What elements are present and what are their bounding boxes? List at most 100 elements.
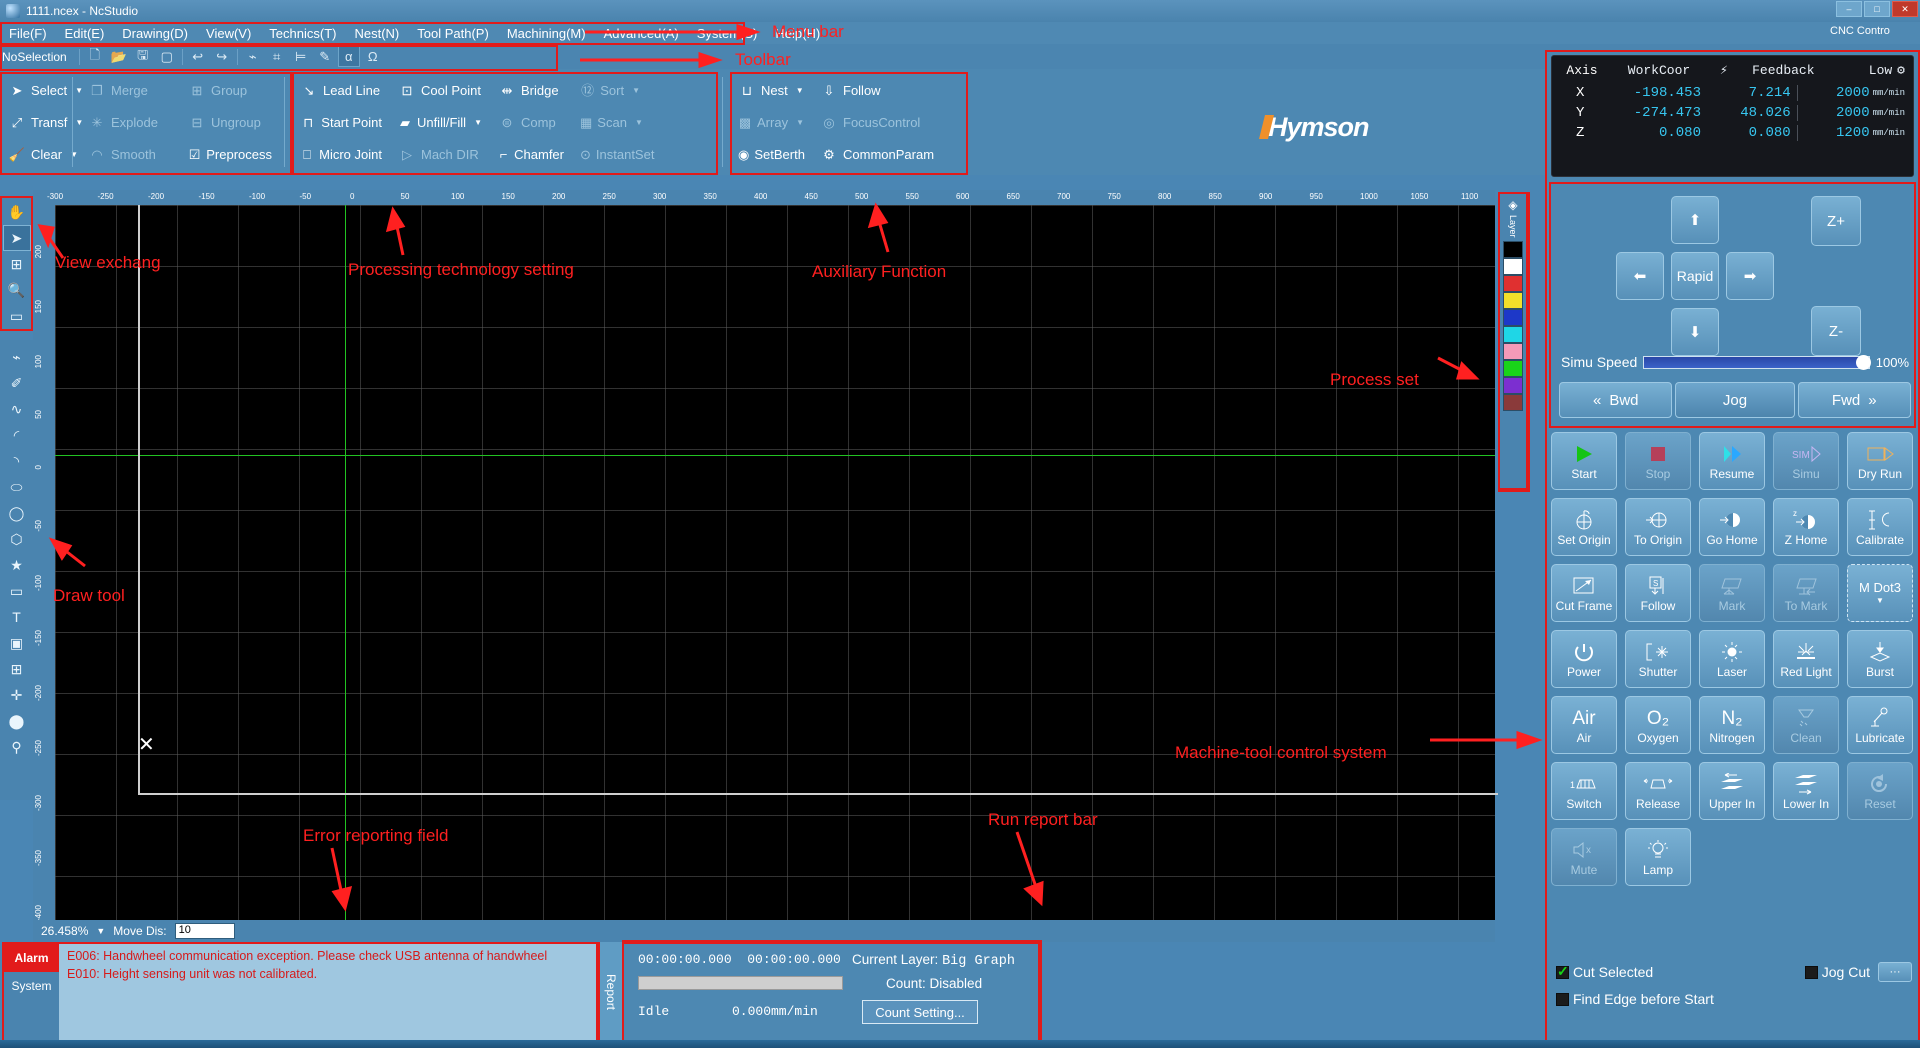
arc-icon[interactable]: ◜ bbox=[3, 422, 31, 448]
jog-mode-button[interactable]: Jog bbox=[1675, 382, 1795, 418]
ribbon-button-follow[interactable]: ⇩ Follow bbox=[812, 75, 962, 105]
layer-color-swatch[interactable] bbox=[1503, 376, 1523, 394]
chevron-down-icon[interactable]: ▼ bbox=[1876, 596, 1884, 605]
ribbon-button-bridge[interactable]: ⇹ Bridge bbox=[490, 75, 572, 105]
menu-item-machiningm[interactable]: Machining(M) bbox=[498, 24, 595, 43]
menu-item-advanceda[interactable]: Advanced(A) bbox=[595, 24, 688, 43]
chevron-down-icon[interactable]: ▼ bbox=[474, 118, 482, 127]
circle-icon[interactable]: ◯ bbox=[3, 500, 31, 526]
curve-icon[interactable]: ◝ bbox=[3, 448, 31, 474]
layers-icon[interactable]: ◈ bbox=[1503, 196, 1523, 214]
ribbon-button-cool-point[interactable]: ⊡ Cool Point bbox=[390, 75, 490, 105]
control-button-red-light[interactable]: Red Light bbox=[1773, 630, 1839, 688]
bwd-button[interactable]: « Bwd bbox=[1559, 382, 1673, 418]
arrow-cursor-icon[interactable]: ➤ bbox=[2, 225, 31, 251]
zoom-fit-icon[interactable]: ⊞ bbox=[3, 251, 31, 277]
ribbon-button-setberth[interactable]: ◉ SetBerth bbox=[730, 139, 812, 169]
layer-color-swatch[interactable] bbox=[1503, 393, 1523, 411]
control-button-lamp[interactable]: Lamp bbox=[1625, 828, 1691, 886]
control-button-start[interactable]: Start bbox=[1551, 432, 1617, 490]
menu-item-technicst[interactable]: Technics(T) bbox=[260, 24, 345, 43]
layer-color-swatch[interactable] bbox=[1503, 325, 1523, 343]
layer-color-swatch[interactable] bbox=[1503, 291, 1523, 309]
save-file-icon[interactable]: 🖫 bbox=[132, 46, 154, 67]
new-file-icon[interactable]: 🗋 bbox=[84, 46, 106, 67]
chevron-down-icon[interactable]: ▼ bbox=[796, 118, 804, 127]
control-button-go-home[interactable]: Go Home bbox=[1699, 498, 1765, 556]
jog-cut-checkbox[interactable] bbox=[1804, 965, 1818, 979]
image-icon[interactable]: ▣ bbox=[3, 630, 31, 656]
layer-color-swatch[interactable] bbox=[1503, 240, 1523, 258]
menu-item-filef[interactable]: File(F) bbox=[0, 24, 56, 43]
find-edge-checkbox[interactable] bbox=[1556, 992, 1569, 1006]
cut-selected-checkbox[interactable] bbox=[1556, 963, 1569, 980]
control-button-resume[interactable]: Resume bbox=[1699, 432, 1765, 490]
maximize-button[interactable]: □ bbox=[1864, 1, 1890, 17]
count-setting-button[interactable]: Count Setting... bbox=[862, 1000, 978, 1024]
sync-icon[interactable]: ⚡ bbox=[1720, 63, 1728, 78]
crosshair-icon[interactable]: ✛ bbox=[3, 682, 31, 708]
alpha-icon[interactable]: α bbox=[337, 46, 360, 67]
ribbon-button-chamfer[interactable]: ⌐ Chamfer bbox=[490, 139, 572, 169]
control-button-release[interactable]: Release bbox=[1625, 762, 1691, 820]
node-edit-icon[interactable]: ⌁ bbox=[242, 46, 264, 67]
control-button-laser[interactable]: Laser bbox=[1699, 630, 1765, 688]
close-button[interactable]: ✕ bbox=[1892, 1, 1918, 17]
polygon-icon[interactable]: ⬡ bbox=[3, 526, 31, 552]
pen-tool-icon[interactable]: ✐ bbox=[3, 370, 31, 396]
simu-speed-slider[interactable] bbox=[1643, 354, 1871, 370]
menu-item-systems[interactable]: System(S) bbox=[688, 24, 767, 43]
control-button-switch[interactable]: 1 Switch bbox=[1551, 762, 1617, 820]
text-icon[interactable]: T bbox=[3, 604, 31, 630]
ribbon-button-preprocess[interactable]: ☑ Preprocess bbox=[180, 139, 280, 169]
bezier-icon[interactable]: ∿ bbox=[3, 396, 31, 422]
control-button-nitrogen[interactable]: N₂ Nitrogen bbox=[1699, 696, 1765, 754]
chevron-down-icon[interactable]: ▼ bbox=[96, 926, 105, 936]
node-edit-icon[interactable]: ⌁ bbox=[3, 344, 31, 370]
menu-item-nestn[interactable]: Nest(N) bbox=[345, 24, 408, 43]
tab-alarm[interactable]: Alarm bbox=[4, 944, 59, 972]
jog-down-button[interactable]: ⬇ bbox=[1671, 308, 1719, 356]
control-button-shutter[interactable]: Shutter bbox=[1625, 630, 1691, 688]
menu-item-viewv[interactable]: View(V) bbox=[197, 24, 260, 43]
frame-icon[interactable]: ⌗ bbox=[266, 46, 288, 67]
jog-up-button[interactable]: ⬆ bbox=[1671, 196, 1719, 244]
control-button-lower-in[interactable]: Lower In bbox=[1773, 762, 1839, 820]
redo-icon[interactable]: ↪ bbox=[211, 46, 233, 67]
ribbon-button-nest[interactable]: ⊔ Nest ▼ bbox=[730, 75, 812, 105]
ribbon-button-unfill-fill[interactable]: ▰ Unfill/Fill ▼ bbox=[390, 107, 490, 137]
square-icon[interactable]: ▢ bbox=[156, 46, 178, 67]
jog-left-button[interactable]: ⬅ bbox=[1616, 252, 1664, 300]
jog-right-button[interactable]: ➡ bbox=[1726, 252, 1774, 300]
control-button-dry-run[interactable]: Dry Run bbox=[1847, 432, 1913, 490]
control-button-calibrate[interactable]: Calibrate bbox=[1847, 498, 1913, 556]
chevron-down-icon[interactable]: ▼ bbox=[635, 118, 643, 127]
measure-icon[interactable]: ⊨ bbox=[290, 46, 312, 67]
rectangle-icon[interactable]: ▭ bbox=[3, 578, 31, 604]
layer-color-swatch[interactable] bbox=[1503, 274, 1523, 292]
pan-hand-icon[interactable]: ✋ bbox=[3, 199, 31, 225]
layer-color-swatch[interactable] bbox=[1503, 308, 1523, 326]
move-distance-input[interactable]: 10 bbox=[174, 923, 235, 939]
star-icon[interactable]: ★ bbox=[3, 552, 31, 578]
chevron-down-icon[interactable]: ▼ bbox=[632, 86, 640, 95]
control-button-power[interactable]: Power bbox=[1551, 630, 1617, 688]
layer-color-swatch[interactable] bbox=[1503, 257, 1523, 275]
zoom-magnifier-icon[interactable]: 🔍 bbox=[3, 277, 31, 303]
minimize-button[interactable]: – bbox=[1836, 1, 1862, 17]
control-button-to-origin[interactable]: To Origin bbox=[1625, 498, 1691, 556]
grid-array-icon[interactable]: ⊞ bbox=[3, 656, 31, 682]
control-button-follow[interactable]: S Follow bbox=[1625, 564, 1691, 622]
ruler-icon[interactable]: ▭ bbox=[3, 303, 31, 329]
menu-item-edite[interactable]: Edit(E) bbox=[56, 24, 114, 43]
control-button-m-dot3[interactable]: M Dot3 ▼ bbox=[1847, 564, 1913, 622]
open-file-icon[interactable]: 📂 bbox=[108, 46, 130, 67]
control-button-cut-frame[interactable]: Cut Frame bbox=[1551, 564, 1617, 622]
layer-color-swatch[interactable] bbox=[1503, 359, 1523, 377]
control-button-z-home[interactable]: z Z Home bbox=[1773, 498, 1839, 556]
fwd-button[interactable]: Fwd » bbox=[1797, 382, 1911, 418]
slider-knob[interactable] bbox=[1855, 354, 1871, 370]
tab-system[interactable]: System bbox=[4, 972, 59, 1000]
menu-item-tool-pathp[interactable]: Tool Path(P) bbox=[408, 24, 498, 43]
rapid-button[interactable]: Rapid bbox=[1671, 252, 1719, 300]
